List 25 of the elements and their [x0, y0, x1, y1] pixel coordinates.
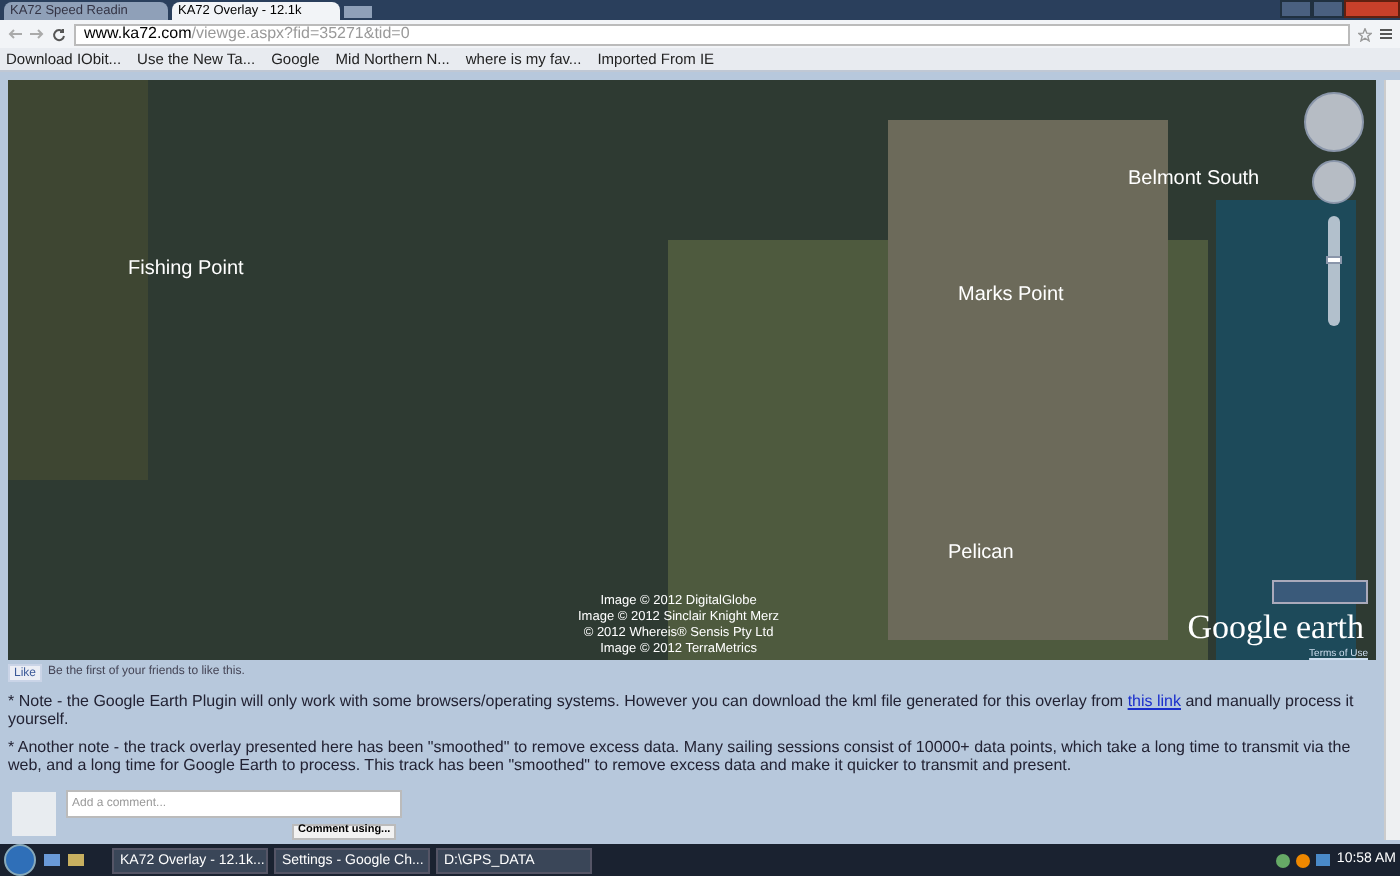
minimize-button[interactable] [1280, 0, 1312, 18]
place-label: Fishing Point [128, 260, 244, 280]
kml-link[interactable]: this link [1127, 692, 1181, 710]
close-button[interactable] [1344, 0, 1400, 18]
place-label: Belmont South [1128, 170, 1260, 190]
note-paragraph: * Another note - the track overlay presented here has been "smoothed" to remove excess data. Many sailing sessions consist of 10000+ data points, which take a long time to transmit via the web, and a long time for Google Earth to process. This track has been "smoothed" to remove excess data and make it quicker to transmit and present. [8, 738, 1353, 774]
place-label: Marks Point [958, 286, 1064, 306]
google-earth-logo: Google earth [1187, 610, 1364, 644]
network-icon[interactable] [1316, 854, 1331, 866]
look-control[interactable] [1312, 160, 1356, 204]
back-icon[interactable] [8, 28, 22, 40]
overview-map [1272, 580, 1368, 604]
star-icon[interactable] [1358, 27, 1372, 41]
menu-icon[interactable] [1380, 28, 1392, 40]
avatar-placeholder [12, 792, 56, 836]
start-button[interactable] [4, 844, 36, 876]
note-paragraph: * Note - the Google Earth Plugin will only work with some browsers/operating systems. However you can download the kml file generated for this overlay from this link and manually process it yourself. [8, 692, 1356, 728]
address-bar[interactable]: www.ka72.com/viewge.aspx?fid=35271&tid=0 [74, 23, 1350, 45]
place-label: Pelican [948, 544, 1014, 564]
forward-icon[interactable] [30, 28, 44, 40]
reload-icon[interactable] [52, 27, 66, 41]
navigation-control[interactable] [1304, 92, 1364, 152]
restore-button[interactable] [1312, 0, 1344, 18]
scrollbar[interactable] [1384, 80, 1400, 840]
zoom-slider-thumb[interactable] [1326, 256, 1342, 265]
